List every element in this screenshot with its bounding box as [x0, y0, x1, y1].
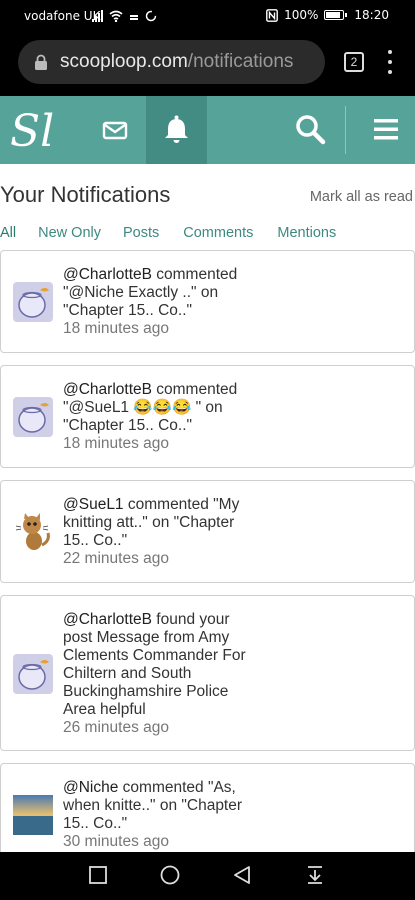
data-icon — [130, 15, 138, 20]
filter-new-only[interactable]: New Only — [38, 225, 101, 241]
cat-avatar — [12, 511, 54, 553]
signal-icon — [92, 10, 103, 22]
status-bar: vodafone UK 100% 18:20 — [0, 0, 415, 32]
filter-mentions[interactable]: Mentions — [277, 225, 336, 241]
notification-time: 18 minutes ago — [63, 435, 169, 452]
notification-time: 30 minutes ago — [63, 833, 169, 850]
fishbowl-avatar — [12, 281, 54, 323]
recents-icon[interactable] — [89, 866, 107, 889]
system-nav-bar — [0, 852, 415, 900]
fishbowl-avatar — [12, 396, 54, 438]
nfc-icon — [266, 8, 278, 22]
filter-all[interactable]: All — [0, 225, 16, 241]
notification-card[interactable]: @CharlotteB commented "@Niche Exactly ..… — [0, 250, 415, 353]
bell-icon — [165, 115, 188, 143]
mail-icon[interactable] — [98, 116, 132, 144]
sync-icon — [145, 10, 157, 22]
hamburger-menu-icon[interactable] — [372, 116, 400, 142]
filter-tabs: All New Only Posts Comments Mentions — [0, 225, 336, 241]
username-link[interactable]: @Niche — [63, 779, 118, 796]
username-link[interactable]: @SueL1 — [63, 496, 124, 513]
browser-menu-button[interactable] — [386, 50, 394, 74]
status-right: 100% 18:20 — [266, 8, 389, 22]
notification-card[interactable]: @SueL1 commented "My knitting att.." on … — [0, 480, 415, 583]
notification-shade-icon[interactable] — [306, 865, 324, 890]
home-icon[interactable] — [160, 865, 180, 890]
battery-icon — [324, 10, 348, 20]
url-text: scooploop.com/notifications — [60, 51, 293, 73]
search-icon[interactable] — [293, 112, 327, 146]
username-link[interactable]: @CharlotteB — [63, 266, 152, 283]
signal-indicators — [92, 8, 157, 22]
seascape-avatar — [12, 794, 54, 836]
browser-toolbar: scooploop.com/notifications 2 — [0, 32, 415, 96]
wifi-icon — [109, 10, 123, 22]
lock-icon — [34, 54, 48, 70]
site-logo[interactable]: Sl — [10, 104, 56, 157]
notification-card[interactable]: @CharlotteB commented "@SueL1 😂😂😂 " on "… — [0, 365, 415, 468]
notification-time: 26 minutes ago — [63, 719, 169, 736]
username-link[interactable]: @CharlotteB — [63, 381, 152, 398]
notification-time: 22 minutes ago — [63, 550, 169, 567]
notifications-bell-button[interactable] — [146, 96, 207, 164]
url-path: /notifications — [187, 51, 294, 72]
filter-posts[interactable]: Posts — [123, 225, 159, 241]
battery-percent: 100% — [284, 8, 319, 22]
username-link[interactable]: @CharlotteB — [63, 611, 152, 628]
notification-card[interactable]: @CharlotteB found your post Message from… — [0, 595, 415, 751]
tab-switcher-button[interactable]: 2 — [344, 52, 364, 72]
fishbowl-avatar — [12, 653, 54, 695]
carrier-label: vodafone UK — [24, 9, 101, 23]
mark-all-read-link[interactable]: Mark all as read — [310, 189, 413, 205]
page-title: Your Notifications — [0, 182, 171, 207]
filter-comments[interactable]: Comments — [183, 225, 253, 241]
clock: 18:20 — [354, 8, 389, 22]
logo-text: Sl — [10, 106, 54, 156]
address-bar[interactable]: scooploop.com/notifications — [18, 40, 325, 84]
notification-text: @Niche commented "As, when knitte.." on … — [63, 779, 263, 851]
notification-text: @CharlotteB found your post Message from… — [63, 611, 263, 737]
site-navbar: Sl — [0, 96, 415, 164]
notification-card[interactable]: @Niche commented "As, when knitte.." on … — [0, 763, 415, 866]
notification-text: @SueL1 commented "My knitting att.." on … — [63, 496, 263, 568]
url-domain: scooploop.com — [60, 51, 188, 72]
notification-text: @CharlotteB commented "@SueL1 😂😂😂 " on "… — [63, 381, 263, 453]
back-icon[interactable] — [233, 865, 251, 890]
notification-text: @CharlotteB commented "@Niche Exactly ..… — [63, 266, 263, 338]
notification-time: 18 minutes ago — [63, 320, 169, 337]
nav-divider — [345, 106, 346, 154]
